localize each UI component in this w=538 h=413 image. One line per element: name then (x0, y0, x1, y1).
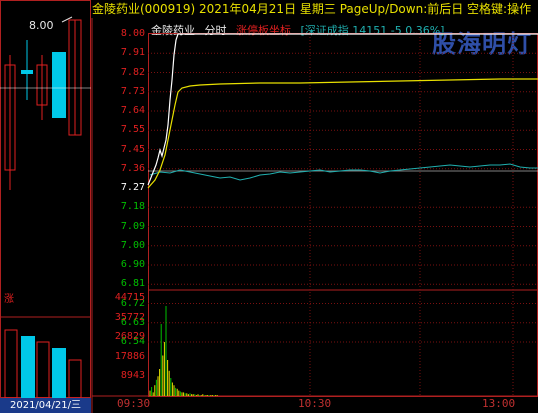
price-line (147, 33, 538, 186)
daily-candles (0, 16, 91, 190)
price-axis-label: 7.73 (120, 85, 145, 97)
index-line (149, 163, 538, 181)
volume-axis-label: 8943 (120, 370, 145, 381)
price-axis-label: 7.18 (120, 201, 145, 213)
daily-candle (21, 70, 33, 74)
price-axis-label: 7.64 (120, 105, 145, 116)
stock-chart-window: 金陵药业(000919) 2021年04月21日 星期三 PageUp/Down… (0, 0, 538, 413)
time-label-1300: 13:00 (482, 397, 516, 410)
chart-graphics (0, 0, 538, 413)
price-axis-label: 7.00 (120, 239, 145, 251)
daily-price-tag: 8.00 (29, 19, 54, 32)
volume-axis-label: 44715 (114, 292, 145, 303)
price-axis-label: 6.81 (120, 278, 145, 290)
volume-bars (149, 306, 218, 396)
zhang-label: 涨 (4, 294, 14, 305)
price-axis-label: 7.91 (120, 47, 145, 59)
price-axis-label: 7.36 (120, 162, 145, 174)
price-axis-label: 7.09 (120, 220, 145, 232)
price-grid (148, 52, 538, 343)
price-axis-label: 7.82 (120, 66, 145, 78)
daily-volume-bar (52, 348, 66, 398)
price-axis-label: 6.90 (120, 259, 145, 270)
price-axis-label: 7.27 (120, 182, 145, 193)
daily-panel-frame (0, 0, 91, 398)
avg-price-line (147, 78, 538, 189)
daily-volume-bar (21, 336, 35, 398)
daily-date-label: 2021/04/21/三 (0, 398, 91, 413)
price-axis-label: 7.45 (120, 143, 145, 155)
volume-axis-label: 26829 (114, 331, 145, 342)
daily-candle (52, 52, 66, 118)
volume-axis-label: 35772 (114, 311, 145, 323)
time-label-1030: 10:30 (298, 397, 332, 410)
daily-volume-bar (36, 341, 50, 399)
daily-volume-bar (4, 329, 18, 399)
daily-volume-bars (4, 329, 82, 399)
price-axis-label: 8.00 (120, 28, 145, 39)
daily-volume-bar (68, 359, 82, 399)
time-label-open: 09:30 (117, 397, 151, 410)
volume-axis-label: 17886 (114, 350, 145, 362)
price-axis-label: 7.55 (120, 124, 145, 136)
